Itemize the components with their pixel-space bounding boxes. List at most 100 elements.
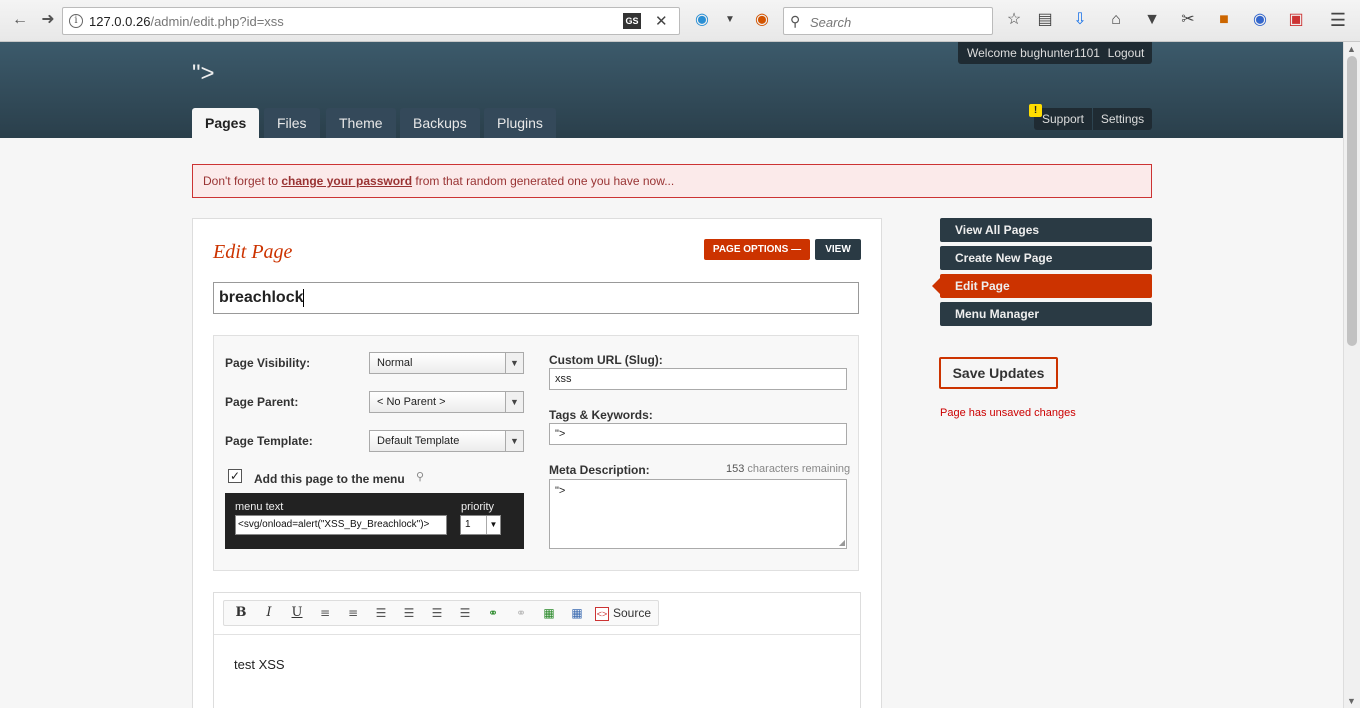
sidebar-item-menu-manager[interactable]: Menu Manager [940,302,1152,326]
text-caret [303,288,305,307]
italic-button[interactable]: I [255,601,283,625]
unlink-icon[interactable]: ⚭ [507,601,535,625]
tags-label: Tags & Keywords: [549,408,653,422]
page-options-button[interactable]: PAGE OPTIONS — [704,239,810,260]
pocket-icon[interactable]: ▼ [1142,10,1162,30]
change-password-link[interactable]: change your password [281,174,412,188]
bullet-list-icon[interactable]: ≡ [339,601,367,625]
admin-header: "> Welcome bughunter1101! Logout Pages F… [0,42,1343,138]
view-button[interactable]: VIEW [815,239,861,260]
search-bar[interactable]: ⚲ Search [783,7,993,35]
slug-label: Custom URL (Slug): [549,353,663,367]
screenshot-icon[interactable]: ✂ [1178,10,1198,30]
resize-grip-icon[interactable]: ◢ [839,538,845,547]
site-title[interactable]: "> [192,60,215,88]
tab-theme[interactable]: Theme [326,108,396,138]
numbered-list-icon[interactable]: ≡ [311,601,339,625]
link-icon[interactable]: ⚭ [479,601,507,625]
tab-files[interactable]: Files [264,108,320,138]
bold-button[interactable]: B [227,601,255,625]
globe-icon[interactable]: ◉ [1250,10,1270,30]
scroll-up-icon[interactable]: ▲ [1347,44,1356,54]
align-justify-icon[interactable]: ☰ [451,601,479,625]
extension-icon[interactable]: ■ [1214,10,1234,30]
notice-text-before: Don't forget to [203,174,282,188]
edit-page-panel: Edit Page PAGE OPTIONS — VIEW breachlock… [192,218,882,708]
page-title: Edit Page [213,241,293,263]
save-updates-button[interactable]: Save Updates [939,357,1058,389]
extension2-icon[interactable]: ▣ [1286,10,1306,30]
clear-url-icon[interactable]: ✕ [655,12,668,30]
password-notice: Don't forget to change your password fro… [192,164,1152,198]
url-text[interactable]: 127.0.0.26/admin/edit.php?id=xss [89,14,284,29]
visibility-label: Page Visibility: [225,356,311,370]
priority-label: priority [461,501,495,513]
align-left-icon[interactable]: ☰ [367,601,395,625]
scrollbar[interactable]: ▲ ▼ [1343,42,1360,708]
sidebar-item-create-new-page[interactable]: Create New Page [940,246,1152,270]
search-placeholder: Search [810,15,852,30]
menu-text-label: menu text [235,501,284,513]
home-icon[interactable]: ⌂ [1106,10,1126,30]
forward-icon[interactable]: ➜ [36,8,60,32]
image-icon[interactable]: ▦ [535,601,563,625]
gs-extension-icon[interactable]: GS [623,13,641,29]
sidebar-item-view-all-pages[interactable]: View All Pages [940,218,1152,242]
chevron-down-icon: ▼ [505,431,523,451]
template-select[interactable]: Default Template ▼ [369,430,524,452]
menu-text-input[interactable]: <svg/onload=alert("XSS_By_Breachlock")> [235,515,447,535]
content-editor: B I U ≡ ≡ ☰ ☰ ☰ ☰ ⚭ ⚭ ▦ ▦ <> Source test … [213,592,861,708]
editor-toolbar: B I U ≡ ≡ ☰ ☰ ☰ ☰ ⚭ ⚭ ▦ ▦ <> Source [214,593,860,635]
bookmark-star-icon[interactable]: ☆ [1004,10,1024,30]
addon-icon[interactable]: ◉ [752,10,772,30]
search-icon[interactable]: ⚲ [416,470,424,483]
reading-list-icon[interactable]: ▤ [1035,10,1055,30]
scroll-down-icon[interactable]: ▼ [1347,696,1356,706]
parent-value: < No Parent > [377,396,446,408]
parent-select[interactable]: < No Parent > ▼ [369,391,524,413]
source-button[interactable]: <> Source [591,601,655,625]
add-to-menu-label[interactable]: Add this page to the menu [254,472,405,486]
priority-value: 1 [465,519,471,530]
download-icon[interactable]: ⇩ [1070,10,1090,30]
parent-label: Page Parent: [225,395,299,409]
priority-select[interactable]: 1 ▼ [460,515,501,535]
menu-icon[interactable]: ☰ [1328,10,1348,30]
page-title-value: breachlock [219,289,304,306]
underline-button[interactable]: U [283,601,311,625]
welcome-text: Welcome bughunter1101! [958,42,1113,64]
visibility-value: Normal [377,357,413,369]
editor-content[interactable]: test XSS [234,657,285,672]
tab-plugins[interactable]: Plugins [484,108,556,138]
logout-link[interactable]: Logout [1100,42,1152,64]
slug-input[interactable]: xss [549,368,847,390]
meta-description-textarea[interactable]: "> ◢ [549,479,847,549]
sync-icon[interactable]: ◉ [692,10,712,30]
unsaved-changes-text: Page has unsaved changes [940,407,1076,419]
menu-settings-box: menu text <svg/onload=alert("XSS_By_Brea… [225,493,524,549]
chars-text: characters remaining [744,463,851,475]
visibility-select[interactable]: Normal ▼ [369,352,524,374]
table-icon[interactable]: ▦ [563,601,591,625]
tab-pages[interactable]: Pages [192,108,260,138]
site-info-icon[interactable]: i [69,14,83,28]
support-link[interactable]: Support [1034,108,1092,130]
meta-description-label: Meta Description: [549,463,650,477]
tags-input[interactable]: "> [549,423,847,445]
tab-backups[interactable]: Backups [400,108,480,138]
chevron-down-icon: ▼ [486,516,500,534]
chevron-down-icon: ▼ [505,392,523,412]
sidebar-item-edit-page[interactable]: Edit Page [932,274,1152,298]
browser-toolbar: ← ➜ i 127.0.0.26/admin/edit.php?id=xss G… [0,0,1360,42]
page-title-input[interactable]: breachlock [213,282,859,314]
alert-badge: ! [1029,104,1042,117]
scrollbar-thumb[interactable] [1347,56,1357,346]
align-center-icon[interactable]: ☰ [395,601,423,625]
back-icon[interactable]: ← [8,8,32,32]
dropdown-icon[interactable]: ▼ [720,10,740,30]
add-to-menu-checkbox[interactable]: ✓ [228,469,242,483]
settings-link[interactable]: Settings [1093,108,1152,130]
align-right-icon[interactable]: ☰ [423,601,451,625]
meta-description-value: "> [555,485,566,497]
address-bar[interactable]: i 127.0.0.26/admin/edit.php?id=xss GS ✕ [62,7,680,35]
